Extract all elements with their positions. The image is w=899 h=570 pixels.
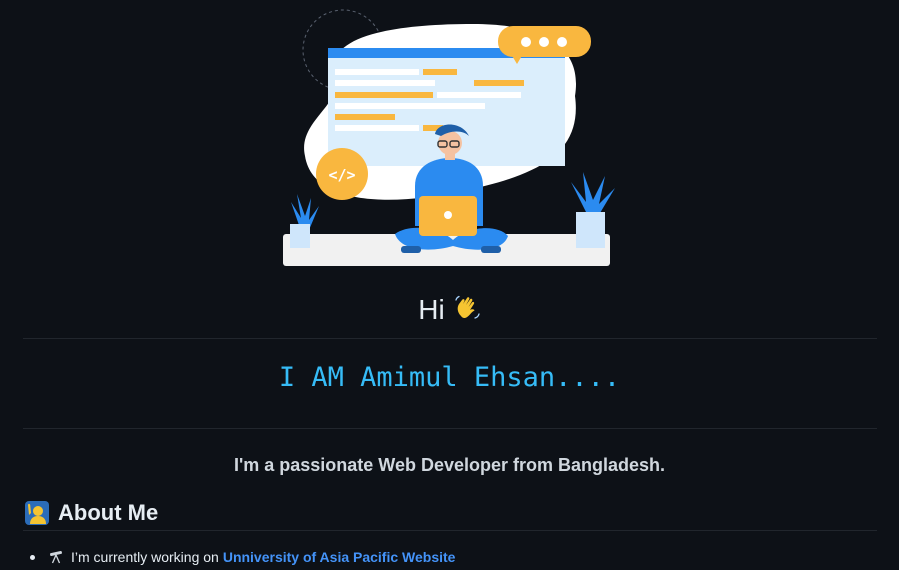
code-badge-icon: </>: [328, 166, 355, 184]
tagline: I'm a passionate Web Developer from Bang…: [233, 455, 666, 475]
uap-website-link[interactable]: Unniversity of Asia Pacific Website: [223, 549, 456, 565]
developer-illustration: </>: [283, 9, 615, 266]
telescope-icon: [50, 550, 62, 564]
heading-divider: [23, 338, 877, 339]
typing-banner: I AM Amimul Ehsan....: [278, 362, 621, 393]
about-me-heading-text: About Me: [58, 500, 159, 525]
about-divider: [23, 530, 877, 531]
list-item: I’m currently working on Unniversity of …: [30, 546, 455, 568]
working-on-text: I’m currently working on: [71, 549, 219, 565]
about-list: I’m currently working on Unniversity of …: [30, 546, 455, 568]
person-raising-hand-icon: [25, 501, 49, 525]
bullet-icon: [30, 554, 35, 560]
about-me-heading: About Me: [24, 498, 158, 528]
greeting-text: Hi: [418, 294, 445, 325]
waving-hand-icon: [455, 295, 480, 319]
banner-divider: [23, 428, 877, 429]
readme-page: </> Hi I AM Amimul Ehsan.... I'm a passi…: [0, 0, 899, 570]
greeting-heading: Hi: [0, 290, 899, 330]
